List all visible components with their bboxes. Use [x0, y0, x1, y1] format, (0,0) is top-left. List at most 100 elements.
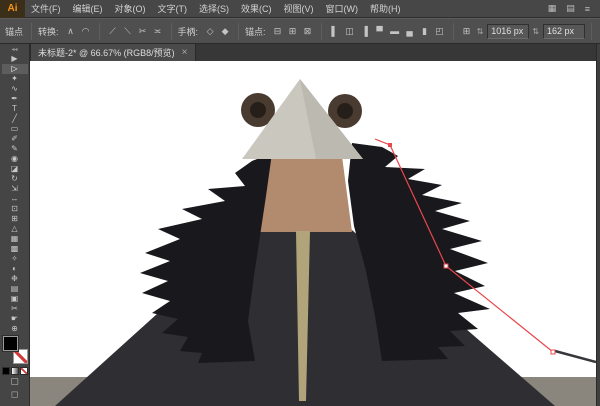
direct-selection-tool[interactable]: ▷ [1, 64, 28, 74]
artboard-tool[interactable]: ▣ [2, 294, 28, 304]
remove-anchor-icon[interactable]: ⟋ [106, 24, 120, 39]
menu-view[interactable]: 视图(V) [278, 0, 320, 18]
distribute-h-icon[interactable]: ▮ [418, 24, 432, 39]
none-button[interactable] [19, 367, 28, 375]
menu-type[interactable]: 文字(T) [152, 0, 194, 18]
align-top-icon[interactable]: ▀ [373, 24, 387, 39]
shape-builder-tool[interactable]: ⊞ [2, 214, 28, 224]
illustrator-window: Ai 文件(F) 编辑(E) 对象(O) 文字(T) 选择(S) 效果(C) 视图(V) 窗口… [0, 0, 600, 406]
lasso-tool[interactable]: ∿ [2, 84, 28, 94]
hand-tool[interactable]: ☛ [2, 314, 28, 324]
distribute-v-icon[interactable]: ◰ [433, 24, 447, 39]
anchors-icon-group: ⊟ ⊞ ⊠ [271, 24, 315, 39]
workspace-switcher-icon[interactable]: ▤ [562, 3, 579, 14]
handles-label: 手柄: [177, 26, 199, 37]
delete-anchor-icon[interactable]: ⊟ [271, 24, 285, 39]
align-right-icon[interactable]: ▐ [358, 24, 372, 39]
app-logo[interactable]: Ai [0, 0, 25, 18]
rectangle-tool[interactable]: ▭ [2, 124, 28, 134]
left-ear-inner-shape[interactable] [250, 102, 266, 118]
drawing-mode-icon[interactable]: ▢ [10, 375, 19, 388]
menu-file[interactable]: 文件(F) [25, 0, 67, 18]
canvas[interactable] [30, 61, 596, 406]
separator [452, 22, 454, 40]
color-mode-buttons [1, 367, 28, 375]
align-center-icon[interactable]: ◫ [343, 24, 357, 39]
convert-icon-group: ∧ ◠ [64, 24, 93, 39]
tools-panel: ◂◂ ▶ ▷ ✦ ∿ ✒ T ╱ ▭ ✐ ✎ ◉ ◪ ↻ ⇲ ↔ ⊡ ⊞ △ ▦ ▩ ✧ ◐ ❉ ▤ ▣ ✂ ☛ ⊕ ▢ ◻ [0, 44, 30, 406]
symbol-sprayer-tool[interactable]: ❉ [2, 274, 28, 284]
width-tool[interactable]: ↔ [2, 194, 28, 204]
show-handles-icon[interactable]: ◇ [203, 24, 217, 39]
align-bottom-icon[interactable]: ▄ [403, 24, 417, 39]
selection-tool[interactable]: ▶ [2, 54, 28, 64]
right-ear-inner-shape[interactable] [337, 103, 353, 119]
free-transform-tool[interactable]: ⊡ [2, 204, 28, 214]
rotate-tool[interactable]: ↻ [2, 174, 28, 184]
collapse-toolbar-icon[interactable]: ◂◂ [11, 44, 17, 54]
magic-wand-tool[interactable]: ✦ [2, 74, 28, 84]
eraser-tool[interactable]: ◪ [2, 164, 28, 174]
collapsed-panel-strip[interactable] [596, 44, 600, 406]
align-left-icon[interactable]: ▌ [328, 24, 342, 39]
x-stepper-icon[interactable]: ⇅ [477, 27, 484, 36]
hide-handles-icon[interactable]: ◆ [218, 24, 232, 39]
document-tab[interactable]: 未标题-2* @ 66.67% (RGB8/预览) × [30, 44, 196, 61]
join-path-icon[interactable]: ⊞ [286, 24, 300, 39]
pen-tool[interactable]: ✒ [2, 94, 28, 104]
path-anchor-point[interactable] [443, 263, 449, 269]
stroke-swatch[interactable] [12, 349, 28, 364]
add-anchor-icon[interactable]: ⟍ [121, 24, 135, 39]
isolate-selection-icon[interactable]: ⊠ [301, 24, 315, 39]
mesh-tool[interactable]: ▦ [2, 234, 28, 244]
x-coordinate-field[interactable]: 1016 px [487, 23, 530, 39]
convert-to-smooth-icon[interactable]: ◠ [79, 24, 93, 39]
menubar-right-icons: ▦ ▤ ≡ [544, 3, 600, 14]
separator [31, 22, 33, 40]
blob-brush-tool[interactable]: ◉ [2, 154, 28, 164]
y-stepper-icon[interactable]: ⇅ [532, 27, 539, 36]
menu-help[interactable]: 帮助(H) [364, 0, 407, 18]
menu-edit[interactable]: 编辑(E) [67, 0, 109, 18]
app-bar-menu-icon[interactable]: ≡ [581, 4, 594, 14]
path-anchor-point[interactable] [550, 349, 556, 355]
zoom-tool[interactable]: ⊕ [2, 324, 28, 334]
gradient-button[interactable] [10, 367, 19, 375]
align-middle-icon[interactable]: ▬ [388, 24, 402, 39]
convert-to-corner-icon[interactable]: ∧ [64, 24, 78, 39]
cut-path-icon[interactable]: ✂ [136, 24, 150, 39]
artwork-svg [30, 61, 596, 406]
pencil-tool[interactable]: ✎ [2, 144, 28, 154]
menu-object[interactable]: 对象(O) [109, 0, 152, 18]
color-button[interactable] [1, 367, 10, 375]
gradient-tool[interactable]: ▩ [2, 244, 28, 254]
main-area: ◂◂ ▶ ▷ ✦ ∿ ✒ T ╱ ▭ ✐ ✎ ◉ ◪ ↻ ⇲ ↔ ⊡ ⊞ △ ▦ ▩ ✧ ◐ ❉ ▤ ▣ ✂ ☛ ⊕ ▢ ◻ 未标题-… [0, 44, 600, 406]
scale-tool[interactable]: ⇲ [2, 184, 28, 194]
type-tool[interactable]: T [2, 104, 28, 114]
reference-point-icon[interactable]: ⊞ [460, 24, 474, 39]
blend-tool[interactable]: ◐ [2, 264, 28, 274]
menu-effect[interactable]: 效果(C) [235, 0, 278, 18]
path-anchor-point[interactable] [388, 143, 392, 147]
separator [98, 22, 100, 40]
menu-select[interactable]: 选择(S) [193, 0, 235, 18]
fill-swatch[interactable] [2, 336, 18, 351]
paintbrush-tool[interactable]: ✐ [2, 134, 28, 144]
y-coordinate-field[interactable]: 162 px [542, 23, 585, 39]
fill-stroke-swatches [2, 336, 28, 364]
graph-tool[interactable]: ▤ [2, 284, 28, 294]
connect-path-icon[interactable]: ≍ [151, 24, 165, 39]
slice-tool[interactable]: ✂ [2, 304, 28, 314]
close-tab-icon[interactable]: × [182, 47, 188, 58]
eyedropper-tool[interactable]: ✧ [2, 254, 28, 264]
screen-mode-icon[interactable]: ◻ [11, 388, 18, 401]
separator [170, 22, 172, 40]
arrange-documents-icon[interactable]: ▦ [544, 3, 561, 14]
line-tool[interactable]: ╱ [2, 114, 28, 124]
separator [320, 22, 322, 40]
perspective-grid-tool[interactable]: △ [2, 224, 28, 234]
convert-label: 转换: [38, 26, 59, 37]
anchors-label: 锚点: [245, 26, 266, 37]
menu-window[interactable]: 窗口(W) [320, 0, 365, 18]
context-label: 锚点 [5, 26, 24, 37]
